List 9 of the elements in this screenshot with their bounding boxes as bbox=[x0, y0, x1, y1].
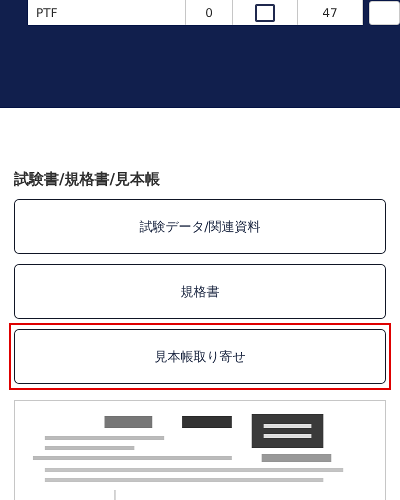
section-title: 試験書/規格書/見本帳 bbox=[14, 170, 161, 189]
table-cell: PTF bbox=[28, 0, 186, 25]
table-cell: 47 bbox=[298, 0, 363, 25]
input-field[interactable] bbox=[368, 0, 400, 24]
checkbox[interactable] bbox=[255, 4, 276, 22]
table-cell: 0 bbox=[186, 0, 234, 25]
document-button[interactable]: 規格書 bbox=[14, 264, 386, 319]
document-button[interactable]: 試験データ/関連資料 bbox=[14, 199, 386, 254]
sample-request-button[interactable]: 見本帳取り寄せ bbox=[14, 329, 386, 384]
